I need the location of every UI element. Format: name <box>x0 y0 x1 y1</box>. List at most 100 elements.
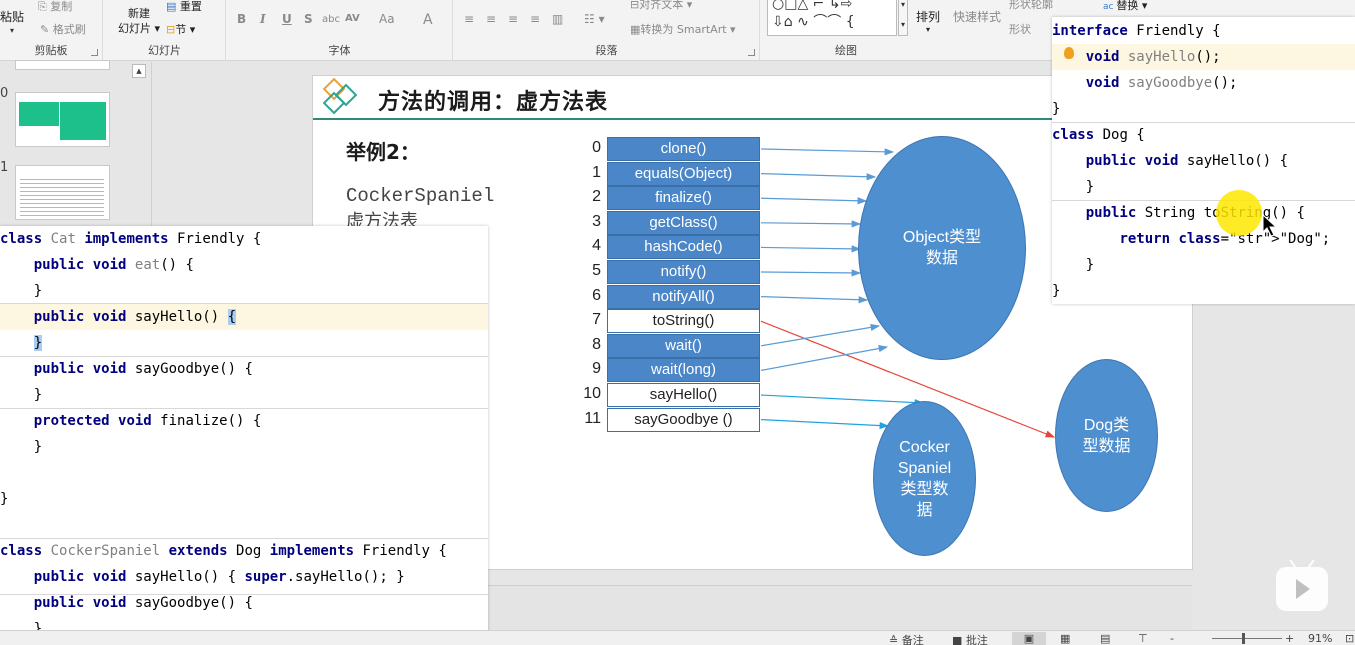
shape-outline-button[interactable]: 形状轮廓 <box>1009 0 1053 12</box>
slide-sorter-button[interactable]: ▦ <box>1060 632 1070 645</box>
code-line[interactable]: } <box>1052 174 1355 200</box>
dog-type-data-ellipse: Dog类 型数据 <box>1055 359 1158 512</box>
code-line[interactable] <box>0 460 488 486</box>
zoom-out-button[interactable]: - <box>1170 632 1174 645</box>
vtable-row: equals(Object) <box>607 161 760 186</box>
vtable-index: 1 <box>592 163 601 181</box>
section-icon: ⊟ <box>166 23 176 36</box>
code-line[interactable]: } <box>1052 96 1355 122</box>
align-center-button[interactable]: ≡ <box>486 12 496 26</box>
bold-button[interactable]: B <box>237 12 246 26</box>
distributed-button[interactable]: ▥ <box>552 12 563 26</box>
comments-button[interactable]: ■ 批注 <box>952 632 988 645</box>
code-line[interactable]: public void sayHello() { <box>0 304 488 330</box>
format-painter-button[interactable]: ✎ 格式刷 <box>40 21 86 37</box>
code-line[interactable]: } <box>0 382 488 408</box>
paste-dropdown-icon[interactable]: ▾ <box>10 26 14 35</box>
zoom-slider[interactable] <box>1212 633 1282 644</box>
vtable-arrow-cocker <box>760 394 925 407</box>
shadow-button[interactable]: S <box>304 12 313 26</box>
shapes-scroll[interactable]: ▾ ▾ <box>898 0 908 36</box>
shape-effects-button[interactable]: 形状 <box>1009 21 1031 37</box>
code-editor-cat-cocker[interactable]: class Cat implements Friendly { public v… <box>0 226 488 645</box>
change-case-button[interactable]: Aa <box>379 12 395 26</box>
title-underline <box>313 118 1053 120</box>
shapes-gallery[interactable]: ○□△ ⌐ ↳⇨ ⇩⌂ ∿ ⌒⌒ { <box>767 0 897 36</box>
code-line[interactable]: } <box>0 486 488 512</box>
dialog-launcher-icon[interactable] <box>91 49 98 56</box>
underline-button[interactable]: U <box>282 12 292 26</box>
slide-thumbnail[interactable] <box>15 165 110 220</box>
align-left-button[interactable]: ≡ <box>464 12 474 26</box>
vtable-index: 2 <box>592 188 601 206</box>
code-line[interactable]: class Cat implements Friendly { <box>0 226 488 252</box>
quick-styles-button[interactable]: 快速样式 <box>953 8 1001 25</box>
code-line[interactable] <box>0 512 488 538</box>
code-line[interactable]: protected void finalize() { <box>0 408 488 434</box>
replace-icon: ac <box>1103 2 1117 12</box>
replace-button[interactable]: ac 替换 ▾ <box>1103 0 1147 13</box>
drawing-group: ○□△ ⌐ ↳⇨ ⇩⌂ ∿ ⌒⌒ { ▾ ▾ 排列 ▾ 快速样式 形状轮廓 形状 绘… <box>761 0 1053 61</box>
code-line[interactable]: interface Friendly { <box>1052 18 1355 44</box>
slideshow-button[interactable]: ⊤ <box>1138 632 1148 645</box>
code-line[interactable]: public String toString() { <box>1052 200 1355 226</box>
vtable-row: finalize() <box>607 186 760 211</box>
font-color-button[interactable]: A <box>423 12 433 28</box>
code-line[interactable]: public void sayHello() { <box>1052 148 1355 174</box>
code-line[interactable]: void sayGoodbye(); <box>1052 70 1355 96</box>
justify-button[interactable]: ≡ <box>530 12 540 26</box>
vtable-index: 8 <box>592 335 601 353</box>
code-line[interactable]: class CockerSpaniel extends Dog implemen… <box>0 538 488 564</box>
code-line[interactable]: } <box>0 330 488 356</box>
code-line[interactable]: public void sayGoodbye() { <box>0 356 488 382</box>
code-line[interactable]: } <box>1052 252 1355 278</box>
code-line[interactable]: } <box>0 434 488 460</box>
object-type-data-ellipse: Object类型 数据 <box>858 136 1026 360</box>
clipboard-label: 剪贴板 <box>34 44 68 57</box>
fit-slide-icon[interactable]: ⊡ <box>1345 632 1354 645</box>
vtable-index: 6 <box>592 286 601 304</box>
char-spacing-button[interactable]: AV <box>345 13 360 24</box>
vtable-row: wait(long) <box>607 358 760 383</box>
vtable-arrow-cocker <box>760 419 890 430</box>
align-text-button[interactable]: ⊟对齐文本 ▾ <box>630 0 692 12</box>
reset-button[interactable]: ▤ 重置 <box>166 0 202 14</box>
code-editor-friendly-dog[interactable]: interface Friendly { void sayHello(); vo… <box>1052 17 1355 304</box>
code-line[interactable]: public void sayGoodbye() { <box>0 590 488 616</box>
copy-button[interactable]: ⎘ 复制 <box>38 0 72 14</box>
vtable-index: 10 <box>583 385 601 402</box>
reading-view-button[interactable]: ▤ <box>1100 632 1110 645</box>
slide-thumbnail-prev[interactable] <box>15 60 110 70</box>
code-line[interactable]: public void sayHello() { super.sayHello(… <box>0 564 488 590</box>
notes-button[interactable]: ≙ 备注 <box>889 632 924 645</box>
dialog-launcher-icon[interactable] <box>748 49 755 56</box>
normal-view-button[interactable]: ▣ <box>1012 632 1046 645</box>
vtable-arrow-object <box>760 173 877 181</box>
align-right-button[interactable]: ≡ <box>508 12 518 26</box>
vtable-arrow-object <box>760 245 862 253</box>
strikethrough-button[interactable]: abc <box>322 14 340 25</box>
zoom-slider-thumb[interactable] <box>1242 633 1246 644</box>
slide-thumbnail[interactable] <box>15 92 110 147</box>
code-line[interactable]: } <box>1052 278 1355 304</box>
paste-button[interactable]: 粘贴 <box>0 8 24 25</box>
zoom-level[interactable]: 91% <box>1308 632 1332 645</box>
bilibili-play-icon[interactable] <box>1276 559 1328 611</box>
scroll-up-button[interactable]: ▲ <box>132 64 146 78</box>
italic-button[interactable]: I <box>260 12 266 26</box>
code-line[interactable]: void sayHello(); <box>1052 44 1355 70</box>
new-slide-button[interactable]: 新建 幻灯片 ▾ <box>118 6 160 36</box>
code-line[interactable]: class Dog { <box>1052 122 1355 148</box>
arrange-button[interactable]: 排列 ▾ <box>916 8 940 34</box>
code-line[interactable]: } <box>0 278 488 304</box>
section-button[interactable]: ⊟节 ▾ <box>166 21 195 37</box>
zoom-in-button[interactable]: + <box>1285 632 1294 645</box>
code-line[interactable]: return class="str">"Dog"; <box>1052 226 1355 252</box>
slides-group: 新建 幻灯片 ▾ ▤ 重置 ⊟节 ▾ 幻灯片 <box>104 0 226 61</box>
code-line[interactable]: public void eat() { <box>0 252 488 278</box>
columns-button[interactable]: ☷ ▾ <box>584 12 605 26</box>
slide-number: 0 <box>0 86 9 101</box>
paragraph-label: 段落 <box>595 44 618 57</box>
convert-smartart-button[interactable]: ▦转换为 SmartArt ▾ <box>630 21 736 37</box>
vtable-arrow-object <box>760 148 895 156</box>
